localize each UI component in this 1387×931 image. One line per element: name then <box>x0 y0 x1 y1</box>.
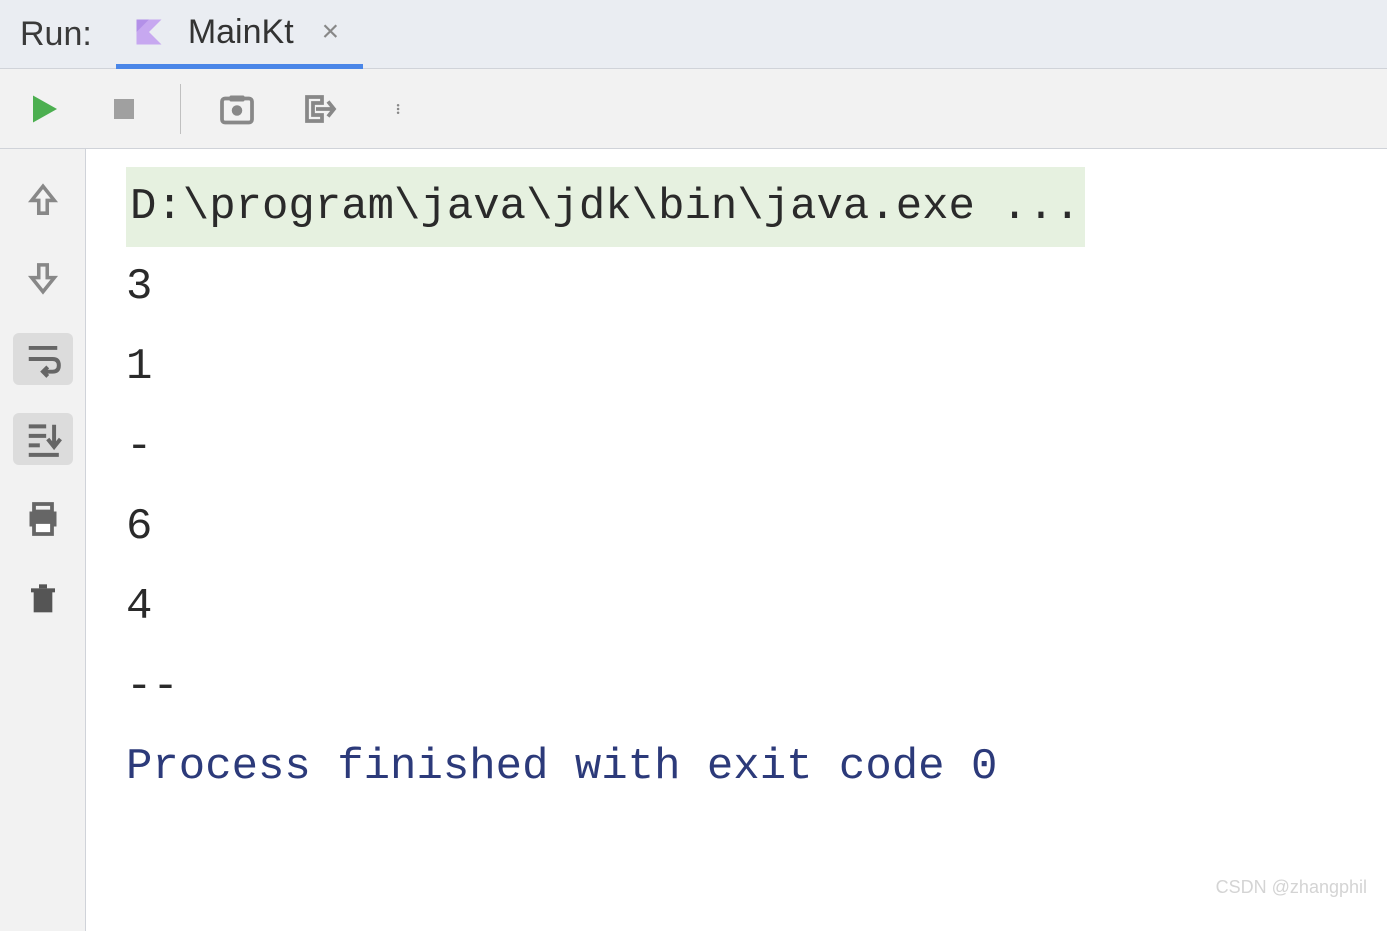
close-tab-icon[interactable]: × <box>318 15 344 49</box>
toolbar-divider <box>180 84 181 134</box>
stop-button[interactable] <box>102 87 146 131</box>
rerun-button[interactable] <box>20 87 64 131</box>
down-stack-button[interactable] <box>13 253 73 305</box>
run-config-tab[interactable]: MainKt × <box>116 1 363 69</box>
output-line: 1 <box>126 327 1367 407</box>
output-line: -- <box>126 647 1367 727</box>
command-line: D:\program\java\jdk\bin\java.exe ... <box>126 167 1085 247</box>
kotlin-icon <box>134 17 164 47</box>
watermark: CSDN @zhangphil <box>1216 847 1367 927</box>
soft-wrap-button[interactable] <box>13 333 73 385</box>
more-options-button[interactable] <box>379 87 423 131</box>
run-label: Run: <box>20 15 92 54</box>
run-header: Run: MainKt × <box>0 0 1387 69</box>
run-content: D:\program\java\jdk\bin\java.exe ... 3 1… <box>0 149 1387 931</box>
output-line: - <box>126 407 1367 487</box>
up-stack-button[interactable] <box>13 173 73 225</box>
console-sidebar <box>0 149 86 931</box>
exit-button[interactable] <box>297 87 341 131</box>
scroll-to-end-button[interactable] <box>13 413 73 465</box>
output-line: 3 <box>126 247 1367 327</box>
layout-settings-button[interactable] <box>215 87 259 131</box>
run-toolbar <box>0 69 1387 149</box>
exit-message: Process finished with exit code 0 <box>126 727 1367 807</box>
console-output[interactable]: D:\program\java\jdk\bin\java.exe ... 3 1… <box>86 149 1387 931</box>
print-button[interactable] <box>13 493 73 545</box>
clear-all-button[interactable] <box>13 573 73 625</box>
output-line: 6 <box>126 487 1367 567</box>
output-line: 4 <box>126 567 1367 647</box>
tab-label: MainKt <box>188 13 294 52</box>
